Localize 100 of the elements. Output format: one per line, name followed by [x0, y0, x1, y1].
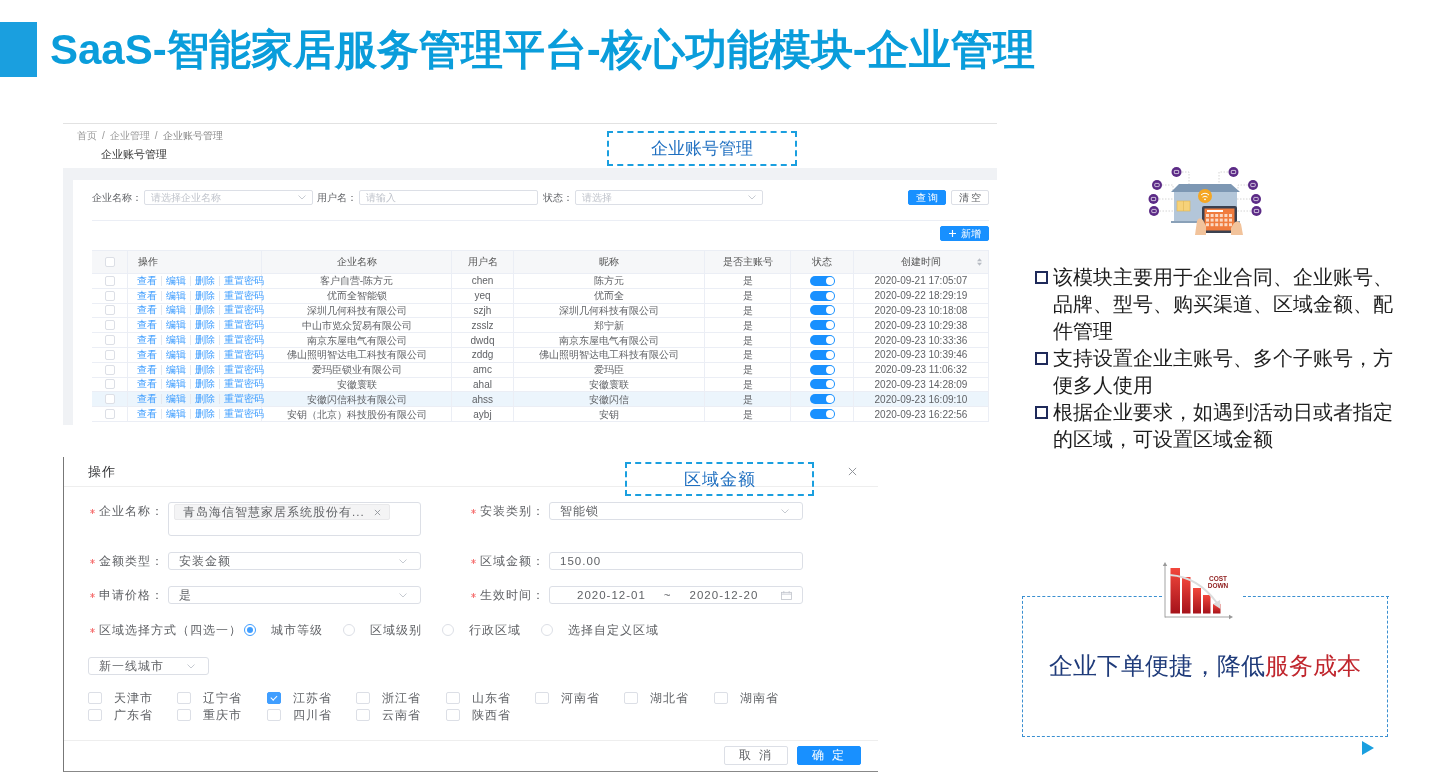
action-link[interactable]: 重置密码 — [219, 335, 268, 346]
action-link[interactable]: 查看 — [137, 335, 161, 346]
row-checkbox[interactable] — [104, 364, 115, 375]
table-row[interactable]: 查看 编辑 删除 重置密码 优而全智能锁 yeq 优而全 是 2020-09-22 18:29:19 — [92, 288, 989, 304]
action-link[interactable]: 编辑 — [161, 349, 190, 360]
row-checkbox[interactable] — [104, 290, 115, 301]
action-link[interactable]: 重置密码 — [219, 409, 268, 420]
close-icon[interactable] — [373, 508, 381, 516]
status-switch[interactable] — [809, 394, 835, 405]
action-link[interactable]: 查看 — [137, 379, 161, 390]
action-link[interactable]: 编辑 — [161, 409, 190, 420]
table-row[interactable]: 查看 编辑 删除 重置密码 客户自营-陈方元 chen 陈方元 是 2020-09-21 17:05:07 — [92, 274, 989, 289]
action-link[interactable]: 删除 — [190, 335, 219, 346]
action-link[interactable]: 查看 — [137, 364, 161, 375]
checkbox-option[interactable]: 重庆市 — [177, 707, 267, 723]
status-switch[interactable] — [809, 349, 835, 360]
action-link[interactable]: 删除 — [190, 320, 219, 331]
row-checkbox[interactable] — [104, 394, 115, 405]
checkbox-option[interactable]: 四川省 — [266, 707, 357, 723]
row-checkbox[interactable] — [104, 409, 115, 420]
checkbox-option[interactable]: 广东省 — [88, 707, 178, 723]
action-link[interactable]: 重置密码 — [219, 364, 268, 375]
breadcrumb-link[interactable]: 首页 — [77, 130, 97, 142]
action-link[interactable]: 编辑 — [161, 290, 190, 301]
action-link[interactable]: 查看 — [137, 275, 161, 286]
row-checkbox[interactable] — [104, 305, 115, 316]
input-field[interactable]: 150.00 — [549, 552, 803, 570]
table-row[interactable]: 查看 编辑 删除 重置密码 安徽闪信科技有限公司 ahss 安徽闪信 是 2020-09-23 16:09:10 — [92, 392, 989, 408]
action-link[interactable]: 编辑 — [161, 364, 190, 375]
radio-option[interactable]: 区域级别 — [343, 621, 422, 639]
tag-select-field[interactable]: 青岛海信智慧家居系统股份有... — [168, 502, 421, 536]
checkbox-option[interactable]: 河南省 — [534, 690, 625, 706]
checkbox-option[interactable]: 江苏省 — [266, 690, 357, 706]
action-link[interactable]: 重置密码 — [219, 305, 268, 316]
status-switch[interactable] — [809, 290, 835, 301]
status-switch[interactable] — [809, 335, 835, 346]
radio-option[interactable]: 行政区域 — [442, 621, 521, 639]
action-link[interactable]: 删除 — [190, 409, 219, 420]
table-row[interactable]: 查看 编辑 删除 重置密码 中山市览众贸易有限公司 zsslz 郑宁新 是 2020-09-23 10:29:38 — [92, 318, 989, 334]
action-link[interactable]: 查看 — [137, 305, 161, 316]
row-checkbox[interactable] — [104, 379, 115, 390]
action-link[interactable]: 重置密码 — [219, 275, 268, 286]
search-button[interactable]: 查 询 — [908, 190, 946, 205]
action-link[interactable]: 编辑 — [161, 275, 190, 286]
checkbox-option[interactable]: 湖南省 — [713, 690, 804, 706]
checkbox-option[interactable]: 浙江省 — [356, 690, 446, 706]
clear-button[interactable]: 清 空 — [951, 190, 989, 205]
action-link[interactable]: 删除 — [190, 364, 219, 375]
checkbox-option[interactable]: 天津市 — [88, 690, 178, 706]
checkbox-option[interactable]: 辽宁省 — [177, 690, 267, 706]
selected-tag[interactable]: 青岛海信智慧家居系统股份有... — [174, 504, 390, 520]
action-link[interactable]: 查看 — [137, 349, 161, 360]
action-link[interactable]: 删除 — [190, 349, 219, 360]
row-checkbox[interactable] — [104, 275, 115, 286]
select-field[interactable]: 新一线城市 — [88, 657, 209, 675]
row-checkbox[interactable] — [104, 320, 115, 331]
action-link[interactable]: 查看 — [137, 409, 161, 420]
action-link[interactable]: 删除 — [190, 305, 219, 316]
checkbox-option[interactable]: 山东省 — [445, 690, 535, 706]
select-field[interactable]: 安装金额 — [168, 552, 421, 570]
action-link[interactable]: 编辑 — [161, 394, 190, 405]
action-link[interactable]: 删除 — [190, 379, 219, 390]
action-link[interactable]: 删除 — [190, 394, 219, 405]
action-link[interactable]: 编辑 — [161, 379, 190, 390]
action-link[interactable]: 查看 — [137, 290, 161, 301]
confirm-button[interactable]: 确 定 — [797, 746, 861, 765]
row-checkbox[interactable] — [104, 335, 115, 346]
table-row[interactable]: 查看 编辑 删除 重置密码 佛山照明智达电工科技有限公司 zddg 佛山照明智达电工科技有限公司 是 2020-09-23 10:39:46 — [92, 348, 989, 363]
action-link[interactable]: 重置密码 — [219, 394, 268, 405]
cancel-button[interactable]: 取 消 — [724, 746, 788, 765]
date-range-field[interactable]: 2020-12-01 ~ 2020-12-20 — [549, 586, 803, 604]
checkbox-option[interactable]: 云南省 — [356, 707, 446, 723]
table-row[interactable]: 查看 编辑 删除 重置密码 爱玛臣锁业有限公司 amc 爱玛臣 是 2020-09-23 11:06:32 — [92, 362, 989, 378]
checkbox-option[interactable]: 陕西省 — [445, 707, 535, 723]
action-link[interactable]: 查看 — [137, 394, 161, 405]
action-link[interactable]: 编辑 — [161, 335, 190, 346]
table-row[interactable]: 查看 编辑 删除 重置密码 深圳几何科技有限公司 szjh 深圳几何科技有限公司 是 2020-09-23 10:18:08 — [92, 303, 989, 319]
action-link[interactable]: 重置密码 — [219, 349, 268, 360]
add-button[interactable]: 新增 — [940, 226, 989, 241]
sort-icon[interactable] — [977, 258, 982, 266]
action-link[interactable]: 查看 — [137, 320, 161, 331]
action-link[interactable]: 编辑 — [161, 320, 190, 331]
breadcrumb-link[interactable]: 企业管理 — [109, 130, 150, 142]
table-row[interactable]: 查看 编辑 删除 重置密码 南京东屋电气有限公司 dwdq 南京东屋电气有限公司 是 2020-09-23 10:33:36 — [92, 333, 989, 348]
status-switch[interactable] — [809, 379, 835, 390]
action-link[interactable]: 删除 — [190, 275, 219, 286]
action-link[interactable]: 重置密码 — [219, 320, 268, 331]
checkbox-option[interactable]: 湖北省 — [624, 690, 714, 706]
status-switch[interactable] — [809, 364, 835, 375]
action-link[interactable]: 重置密码 — [219, 290, 268, 301]
action-link[interactable]: 编辑 — [161, 305, 190, 316]
radio-option[interactable]: 城市等级 — [244, 621, 323, 639]
status-switch[interactable] — [809, 275, 835, 286]
action-link[interactable]: 删除 — [190, 290, 219, 301]
checkbox[interactable] — [266, 692, 281, 704]
table-row[interactable]: 查看 编辑 删除 重置密码 安钥（北京）科技股份有限公司 aybj 安钥 是 2020-09-23 16:22:56 — [92, 407, 989, 422]
select-all-checkbox[interactable] — [104, 257, 115, 267]
radio-option[interactable]: 选择自定义区域 — [541, 621, 659, 639]
status-switch[interactable] — [809, 409, 835, 420]
select-field[interactable]: 是 — [168, 586, 421, 604]
